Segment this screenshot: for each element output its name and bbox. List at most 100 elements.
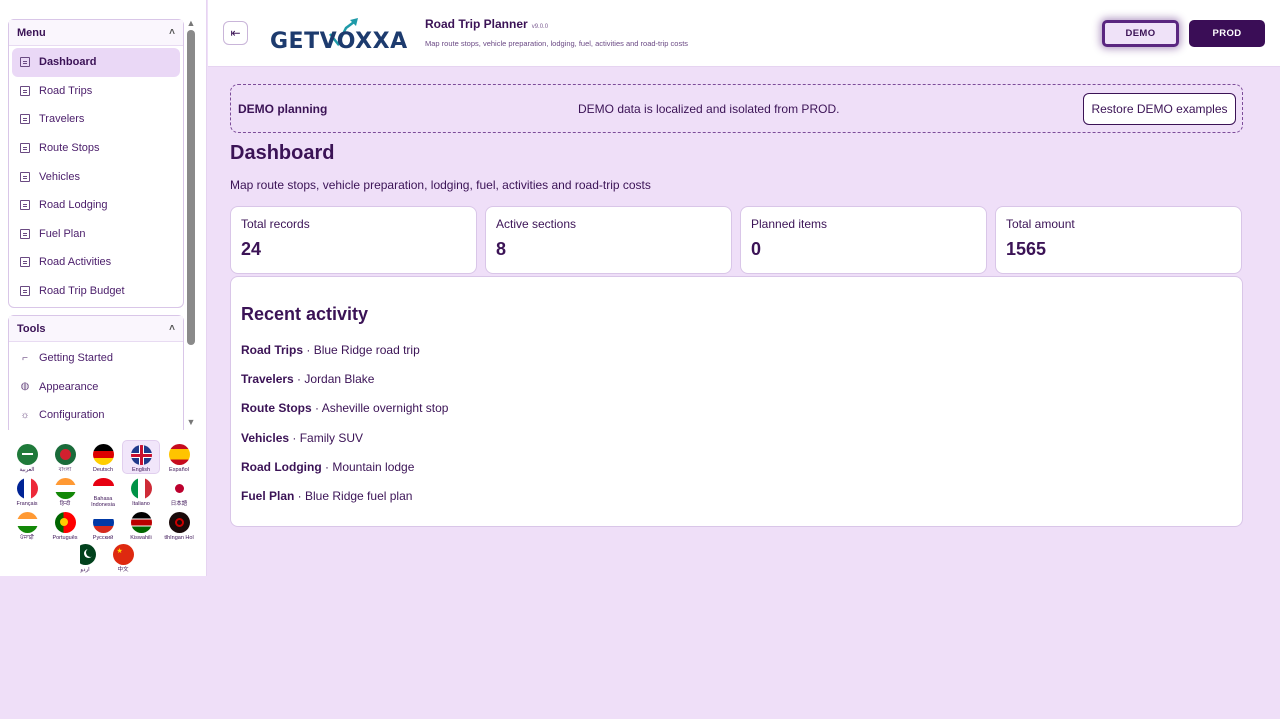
- spain-flag-icon: [168, 444, 190, 465]
- scroll-down-arrow-icon[interactable]: ▼: [186, 417, 196, 427]
- app-title-text: Road Trip Planner: [425, 17, 528, 31]
- banner-text: DEMO data is localized and isolated from…: [578, 101, 840, 116]
- language-label: English: [131, 467, 151, 473]
- language-label: اردو: [80, 567, 90, 573]
- russia-flag-icon: [92, 512, 114, 533]
- language-urdu[interactable]: اردو: [66, 540, 104, 574]
- sidebar-item-road-lodging[interactable]: Road Lodging: [12, 191, 180, 220]
- sidebar-item-getting-started[interactable]: ⌐ Getting Started: [12, 344, 180, 373]
- collapse-caret-icon[interactable]: ˄: [169, 323, 175, 334]
- sidebar-item-vehicles[interactable]: Vehicles: [12, 162, 180, 191]
- language-picker: العربية বাংলা Deutsch English Español Fr…: [8, 438, 198, 573]
- sidebar: Menu ˄ Dashboard Road Trips Travelers Ro…: [0, 0, 207, 576]
- activity-section: Road Trips: [241, 343, 304, 357]
- activity-row[interactable]: Vehicles · Family SUV: [241, 431, 363, 445]
- prod-env-button[interactable]: PROD: [1189, 20, 1265, 47]
- app-version: v9.0.0: [531, 24, 549, 30]
- language-indonesian[interactable]: Bahasa Indonesia: [84, 474, 122, 508]
- language-punjabi[interactable]: ਪੰਜਾਬੀ: [8, 508, 46, 542]
- menu-panel: Menu ˄ Dashboard Road Trips Travelers Ro…: [8, 19, 184, 309]
- language-italian[interactable]: Italiano: [122, 474, 160, 508]
- activity-item: Blue Ridge road trip: [313, 343, 420, 357]
- china-flag-icon: ★: [112, 544, 134, 565]
- activity-section: Fuel Plan: [241, 489, 295, 503]
- sidebar-item-label: Travelers: [39, 113, 85, 126]
- list-icon: [20, 200, 30, 211]
- language-japanese[interactable]: 日本語: [160, 474, 198, 508]
- demo-banner: DEMO planning DEMO data is localized and…: [230, 84, 1243, 133]
- language-russian[interactable]: Русский: [84, 508, 122, 542]
- language-spanish[interactable]: Español: [160, 440, 198, 474]
- language-hindi[interactable]: हिन्दी: [46, 474, 84, 508]
- sidebar-item-route-stops[interactable]: Route Stops: [12, 134, 180, 163]
- sidebar-scrollbar-thumb[interactable]: [187, 30, 195, 345]
- language-swahili[interactable]: Kiswahili: [122, 508, 160, 542]
- activity-section: Travelers: [241, 372, 294, 386]
- activity-item: Blue Ridge fuel plan: [305, 489, 413, 503]
- language-german[interactable]: Deutsch: [84, 440, 122, 474]
- language-label: العربية: [19, 467, 35, 473]
- sidebar-item-configuration[interactable]: ☼ Configuration: [12, 401, 180, 430]
- language-label: Français: [16, 501, 38, 507]
- activity-row[interactable]: Travelers · Jordan Blake: [241, 372, 374, 386]
- language-label: 中文: [117, 567, 129, 573]
- activity-item: Family SUV: [299, 431, 364, 445]
- language-label: ਪੰਜਾਬੀ: [20, 535, 34, 541]
- saudi-arabia-flag-icon: [16, 444, 38, 465]
- sidebar-item-appearance[interactable]: ◍ Appearance: [12, 373, 180, 402]
- france-flag-icon: [16, 478, 38, 499]
- language-portuguese[interactable]: Português: [46, 508, 84, 542]
- stat-label: Total records: [241, 217, 310, 231]
- scroll-up-arrow-icon[interactable]: ▲: [186, 18, 196, 28]
- language-english[interactable]: English: [122, 440, 160, 474]
- language-bangla[interactable]: বাংলা: [46, 440, 84, 474]
- bangladesh-flag-icon: [54, 444, 76, 465]
- collapse-caret-icon[interactable]: ˄: [169, 27, 175, 38]
- banner-title: DEMO planning: [238, 101, 328, 116]
- activity-item: Jordan Blake: [304, 372, 375, 386]
- sidebar-item-road-trip-budget[interactable]: Road Trip Budget: [12, 277, 180, 306]
- menu-panel-header[interactable]: Menu ˄: [9, 20, 183, 46]
- tools-panel-title: Tools: [17, 322, 46, 335]
- sidebar-item-label: Vehicles: [39, 170, 80, 183]
- uk-flag-icon: [130, 445, 152, 465]
- sidebar-toggle-button[interactable]: ⇤: [223, 21, 248, 45]
- sidebar-item-label: Dashboard: [39, 56, 97, 69]
- language-french[interactable]: Français: [8, 474, 46, 508]
- language-label: 日本語: [170, 501, 188, 507]
- sidebar-item-road-trips[interactable]: Road Trips: [12, 77, 180, 106]
- restore-demo-button[interactable]: Restore DEMO examples: [1083, 93, 1236, 125]
- stat-label: Active sections: [496, 217, 577, 231]
- language-arabic[interactable]: العربية: [8, 440, 46, 474]
- list-icon: [20, 228, 30, 239]
- sidebar-item-label: Road Trips: [39, 84, 93, 97]
- activity-item: Asheville overnight stop: [321, 401, 449, 415]
- app-subtitle: Map route stops, vehicle preparation, lo…: [425, 39, 689, 48]
- portugal-flag-icon: [54, 512, 76, 533]
- recent-activity-panel: Recent activity Road Trips · Blue Ridge …: [230, 276, 1243, 527]
- language-label: Italiano: [132, 501, 150, 507]
- activity-row[interactable]: Road Lodging · Mountain lodge: [241, 460, 414, 474]
- stat-label: Total amount: [1006, 217, 1075, 231]
- sidebar-scroll-area[interactable]: Menu ˄ Dashboard Road Trips Travelers Ro…: [0, 0, 200, 430]
- language-klingon[interactable]: tlhIngan Hol: [160, 508, 198, 542]
- activity-row[interactable]: Route Stops · Asheville overnight stop: [241, 401, 448, 415]
- sidebar-item-fuel-plan[interactable]: Fuel Plan: [12, 220, 180, 249]
- sidebar-item-road-activities[interactable]: Road Activities: [12, 248, 180, 277]
- klingon-flag-icon: [168, 512, 190, 533]
- sidebar-item-label: Configuration: [39, 409, 105, 422]
- stat-value: 0: [751, 239, 762, 259]
- kenya-flag-icon: [130, 512, 152, 533]
- language-chinese[interactable]: ★ 中文: [104, 540, 142, 574]
- activity-row[interactable]: Fuel Plan · Blue Ridge fuel plan: [241, 489, 412, 503]
- activity-row[interactable]: Road Trips · Blue Ridge road trip: [241, 343, 420, 357]
- list-icon: [20, 57, 30, 68]
- sidebar-item-dashboard[interactable]: Dashboard: [12, 48, 180, 77]
- app-title: Road Trip Planner v9.0.0: [425, 17, 548, 31]
- palette-icon: ◍: [20, 381, 30, 393]
- language-label: हिन्दी: [59, 501, 71, 507]
- tools-panel-header[interactable]: Tools ˄: [9, 316, 183, 342]
- sidebar-item-travelers[interactable]: Travelers: [12, 105, 180, 134]
- demo-env-button[interactable]: DEMO: [1102, 20, 1179, 47]
- indonesia-flag-icon: [92, 478, 114, 494]
